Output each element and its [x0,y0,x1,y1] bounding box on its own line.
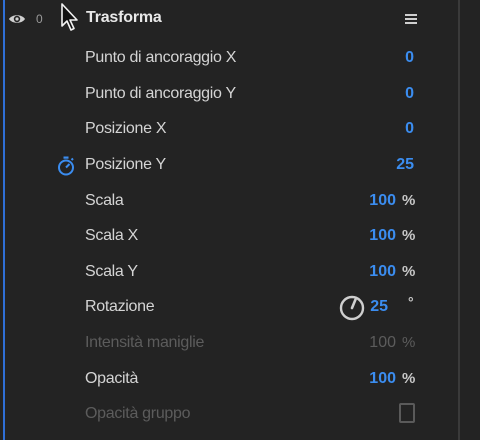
property-row-opacity: Opacità 100 % [0,362,458,398]
property-label: Scala [85,192,124,209]
property-value[interactable]: 100 [369,192,396,212]
property-label: Opacità gruppo [85,405,191,422]
group-opacity-checkbox[interactable] [399,403,415,423]
property-label: Opacità [85,370,139,387]
property-label: Intensità maniglie [85,334,205,351]
property-row-position-y: Posizione Y 25 [0,148,458,184]
property-value[interactable]: 0 [405,120,414,140]
property-label: Scala X [85,227,139,244]
eye-icon[interactable] [8,12,26,26]
property-value: 100 [369,334,396,351]
property-value[interactable]: 100 [369,263,396,283]
property-label: Punto di ancoraggio Y [85,85,236,102]
property-value[interactable]: 100 [369,227,396,247]
rotation-dial-icon[interactable] [338,294,366,322]
property-unit: % [402,227,416,244]
effect-toggle-label[interactable]: 0 [36,10,46,28]
property-unit: % [402,263,416,280]
property-row-handle-intensity: Intensità maniglie 100 % [0,326,458,362]
effect-header: 0 Trasforma [0,0,458,40]
property-row-rotation: Rotazione 25 ° [0,290,458,326]
panel-divider [458,0,460,440]
property-unit: % [402,334,416,351]
property-label: Punto di ancoraggio X [85,49,237,66]
property-label: Rotazione [85,298,155,315]
property-unit: % [402,370,416,387]
property-label: Posizione Y [85,156,166,173]
property-unit: ° [408,294,414,310]
property-value[interactable]: 100 [369,370,396,390]
property-row-position-x: Posizione X 0 [0,112,458,148]
property-unit: % [402,192,416,209]
property-label: Scala Y [85,263,138,280]
property-row-group-opacity: Opacità gruppo [0,397,458,433]
property-value[interactable]: 25 [396,156,414,176]
property-value[interactable]: 0 [405,49,414,69]
stopwatch-icon[interactable] [57,156,75,176]
transform-effect-panel: 0 Trasforma Punto di ancoraggio X 0 Punt… [0,0,480,440]
property-row-anchor-x: Punto di ancoraggio X 0 [0,41,458,77]
property-row-scale-x: Scala X 100 % [0,219,458,255]
property-row-anchor-y: Punto di ancoraggio Y 0 [0,77,458,113]
property-row-scale: Scala 100 % [0,184,458,220]
hamburger-menu-icon[interactable] [404,12,418,26]
property-value[interactable]: 0 [405,85,414,105]
property-row-scale-y: Scala Y 100 % [0,255,458,291]
property-value[interactable]: 25 [370,298,388,318]
property-label: Posizione X [85,120,167,137]
cursor-icon [61,3,78,31]
effect-title[interactable]: Trasforma [86,9,162,31]
